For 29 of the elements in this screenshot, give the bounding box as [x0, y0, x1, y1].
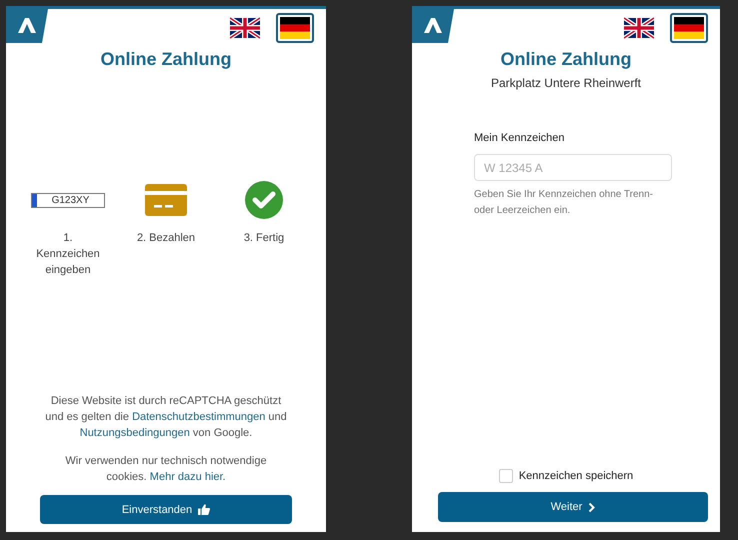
thumbs-up-icon — [198, 504, 210, 515]
recaptcha-notice: Diese Website ist durch reCAPTCHA geschützt und es gelten die Datenschutzbestimmungen und Nutzungsbedingungen von Google. — [44, 394, 288, 441]
language-button[interactable] — [276, 13, 314, 43]
next-button[interactable]: Weiter — [438, 492, 708, 522]
page-title: Online Zahlung — [100, 49, 232, 70]
page-subtitle: Parkplatz Untere Rheinwerft — [490, 76, 642, 90]
step-label: 3. Fertig — [242, 231, 286, 246]
text-link[interactable]: Nutzungsbedingungen — [80, 427, 190, 439]
chevron-right-icon — [588, 502, 596, 512]
language-button[interactable] — [670, 13, 708, 43]
credit-card-icon — [145, 184, 187, 216]
german-flag-icon — [674, 17, 704, 39]
field-help-text: Geben Sie Ihr Kennzeichen ohne Trenn- oder Leerzeichen ein. — [474, 188, 654, 218]
step-label: 1. Kennzeichen eingeben — [36, 231, 100, 278]
cookie-notice: Wir verwenden nur technisch notwendige cookies. Mehr dazu hier. — [64, 454, 268, 485]
agree-button[interactable]: Einverstanden — [40, 495, 292, 524]
text-link[interactable]: Datenschutzbestimmungen — [132, 411, 266, 423]
german-flag-icon — [280, 17, 310, 39]
license-plate: G123XY — [31, 192, 105, 208]
step-label: 2. Bezahlen — [136, 231, 196, 246]
checkbox[interactable] — [498, 469, 513, 483]
check-circle-icon — [245, 181, 283, 219]
field-label: Mein Kennzeichen — [474, 132, 566, 144]
text-link[interactable]: Mehr dazu hier. — [150, 471, 226, 483]
license-plate-field[interactable]: W 12345 A — [474, 154, 672, 181]
page-title: Online Zahlung — [500, 49, 632, 70]
union-jack-flag-icon — [624, 17, 654, 39]
union-jack-flag-icon — [230, 17, 260, 39]
checkbox-label: Kennzeichen speichern — [518, 470, 634, 482]
